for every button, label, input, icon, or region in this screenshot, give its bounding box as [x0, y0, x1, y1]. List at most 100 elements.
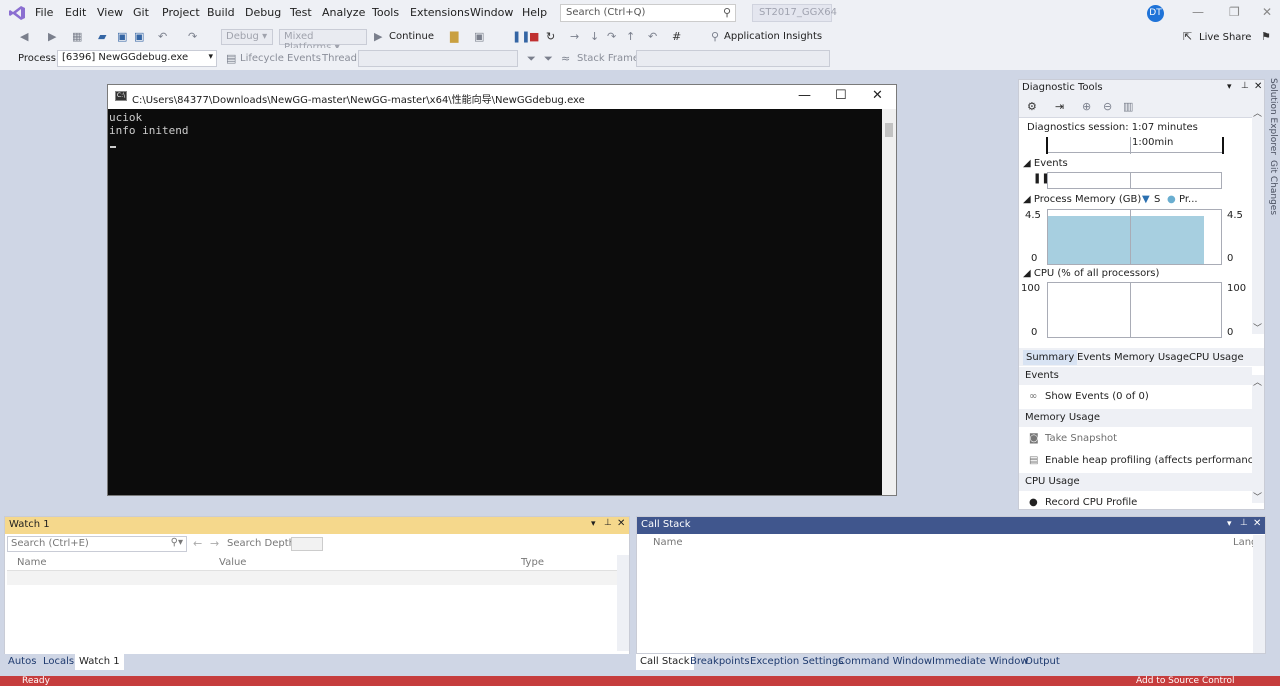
cs-col-name[interactable]: Name	[653, 537, 683, 548]
menu-edit[interactable]: Edit	[65, 6, 86, 19]
show-events-link[interactable]: ∞ Show Events (0 of 0)	[1029, 391, 1149, 402]
console-minimize-icon[interactable]: —	[798, 88, 811, 103]
menu-build[interactable]: Build	[207, 6, 235, 19]
reset-view-icon[interactable]: ▥	[1123, 100, 1133, 113]
diagnostics-upper-scrollbar[interactable]: ︿ ﹀	[1252, 106, 1264, 334]
menu-analyze[interactable]: Analyze	[322, 6, 365, 19]
search-back-icon[interactable]: ←	[193, 537, 202, 550]
cpu-chart[interactable]	[1047, 282, 1222, 338]
tab-breakpoints[interactable]: Breakpoints	[686, 654, 754, 670]
col-value[interactable]: Value	[219, 557, 246, 568]
tab-command-window[interactable]: Command Window	[834, 654, 936, 670]
watch-pin-icon[interactable]: ⊥	[604, 518, 612, 528]
tab-events[interactable]: Events	[1077, 352, 1111, 363]
search-depth-dropdown[interactable]	[291, 537, 323, 551]
pin-icon[interactable]: ⊥	[1241, 81, 1249, 91]
take-snapshot-button[interactable]: ◙ Take Snapshot	[1029, 433, 1117, 444]
save-all-icon[interactable]: ▣	[134, 30, 144, 43]
close-panel-icon[interactable]: ✕	[1254, 81, 1262, 92]
menu-extensions[interactable]: Extensions	[410, 6, 470, 19]
watch-close-icon[interactable]: ✕	[617, 518, 625, 529]
step-out-icon[interactable]: ↑	[626, 30, 635, 43]
stack-frame-dropdown[interactable]	[636, 50, 830, 67]
forward-icon[interactable]: ▶	[48, 30, 56, 43]
tab-autos[interactable]: Autos	[4, 654, 40, 670]
diagnostics-lower-scrollbar[interactable]: ︿ ﹀	[1252, 375, 1264, 503]
menu-help[interactable]: Help	[522, 6, 547, 19]
memory-chart[interactable]	[1047, 209, 1222, 265]
tab-summary[interactable]: Summary	[1023, 350, 1078, 365]
live-share-button[interactable]: Live Share	[1199, 32, 1251, 43]
redo-icon[interactable]: ↷	[188, 30, 197, 43]
pause-icon[interactable]: ❚❚	[512, 30, 530, 43]
add-to-source-control[interactable]: Add to Source Control	[1136, 676, 1235, 686]
screenshot-icon[interactable]: ▣	[474, 30, 484, 43]
filter-icon[interactable]: ⏷	[527, 52, 536, 66]
tab-exception-settings[interactable]: Exception Settings	[746, 654, 847, 670]
call-stack-scrollbar[interactable]	[1253, 535, 1265, 653]
step-into-icon[interactable]: ↓	[590, 30, 599, 43]
minimize-icon[interactable]: —	[1192, 5, 1204, 19]
lifecycle-events-dropdown[interactable]: Lifecycle Events	[240, 53, 321, 64]
close-icon[interactable]: ✕	[1262, 5, 1272, 19]
undo-edit-icon[interactable]: ↶	[648, 30, 657, 43]
console-close-icon[interactable]: ✕	[872, 88, 883, 103]
tab-call-stack[interactable]: Call Stack	[636, 654, 694, 670]
application-insights-button[interactable]: Application Insights	[724, 31, 822, 42]
console-title-bar[interactable]: C:\ C:\Users\84377\Downloads\NewGG-maste…	[108, 85, 896, 109]
filter-threads-icon[interactable]: ⏷	[544, 52, 553, 66]
watch-add-item-row[interactable]	[7, 571, 617, 585]
menu-view[interactable]: View	[97, 6, 123, 19]
tab-memory-usage[interactable]: Memory Usage	[1114, 352, 1189, 363]
zoom-out-icon[interactable]: ⊖	[1103, 100, 1112, 113]
maximize-icon[interactable]: ❐	[1229, 5, 1240, 19]
open-icon[interactable]: ▰	[98, 30, 106, 43]
tab-immediate-window[interactable]: Immediate Window	[928, 654, 1033, 670]
console-window[interactable]: C:\ C:\Users\84377\Downloads\NewGG-maste…	[107, 84, 897, 496]
tab-output[interactable]: Output	[1021, 654, 1064, 670]
enable-heap-profiling-button[interactable]: ▤ Enable heap profiling (affects performa…	[1029, 455, 1263, 466]
col-name[interactable]: Name	[17, 557, 47, 568]
watch-search-input[interactable]: Search (Ctrl+E) ⚲▾	[7, 536, 187, 552]
flag-threads-icon[interactable]: ≈	[561, 52, 570, 65]
continue-button[interactable]: Continue	[389, 31, 434, 42]
console-scroll-thumb[interactable]	[885, 123, 893, 137]
menu-window[interactable]: Window	[470, 6, 513, 19]
git-changes-tab[interactable]: Git Changes	[1268, 160, 1278, 215]
step-over-icon[interactable]: ↷	[607, 30, 616, 43]
undo-icon[interactable]: ↶	[158, 30, 167, 43]
search-input[interactable]: Search (Ctrl+Q) ⚲	[560, 4, 736, 22]
settings-gear-icon[interactable]: ⚙	[1027, 100, 1037, 113]
menu-project[interactable]: Project	[162, 6, 200, 19]
cs-pin-icon[interactable]: ⊥	[1240, 518, 1248, 528]
watch-scrollbar[interactable]	[617, 555, 629, 651]
menu-debug[interactable]: Debug	[245, 6, 281, 19]
platform-dropdown[interactable]: Mixed Platforms ▾	[279, 29, 367, 53]
feedback-icon[interactable]: ⚑	[1261, 30, 1271, 43]
hash-icon[interactable]: #	[672, 30, 681, 43]
tab-cpu-usage[interactable]: CPU Usage	[1189, 352, 1244, 363]
restart-icon[interactable]: ↻	[546, 30, 555, 43]
thread-dropdown[interactable]	[358, 50, 518, 67]
record-cpu-profile-button[interactable]: ● Record CPU Profile	[1029, 497, 1137, 508]
console-scrollbar[interactable]	[882, 109, 896, 495]
menu-file[interactable]: File	[35, 6, 53, 19]
visual-studio-logo-icon[interactable]	[8, 5, 26, 21]
back-icon[interactable]: ◀	[20, 30, 28, 43]
cs-close-icon[interactable]: ✕	[1253, 518, 1261, 529]
stop-icon[interactable]: ■	[529, 30, 539, 43]
menu-git[interactable]: Git	[133, 6, 149, 19]
save-icon[interactable]: ▣	[117, 30, 127, 43]
live-share-icon[interactable]: ⇱	[1183, 30, 1192, 43]
avatar[interactable]: DT	[1147, 5, 1164, 22]
show-next-statement-icon[interactable]: →	[570, 30, 579, 43]
tab-locals[interactable]: Locals	[39, 654, 78, 670]
search-forward-icon[interactable]: →	[210, 537, 219, 550]
export-icon[interactable]: ⇥	[1055, 100, 1064, 113]
tab-watch1[interactable]: Watch 1	[75, 654, 124, 670]
process-dropdown[interactable]: [6396] NewGGdebug.exe ▾	[57, 50, 217, 67]
continue-icon[interactable]: ▶	[374, 30, 382, 43]
menu-test[interactable]: Test	[290, 6, 312, 19]
console-maximize-icon[interactable]: ☐	[835, 88, 847, 103]
new-project-icon[interactable]: ▦	[72, 30, 82, 43]
